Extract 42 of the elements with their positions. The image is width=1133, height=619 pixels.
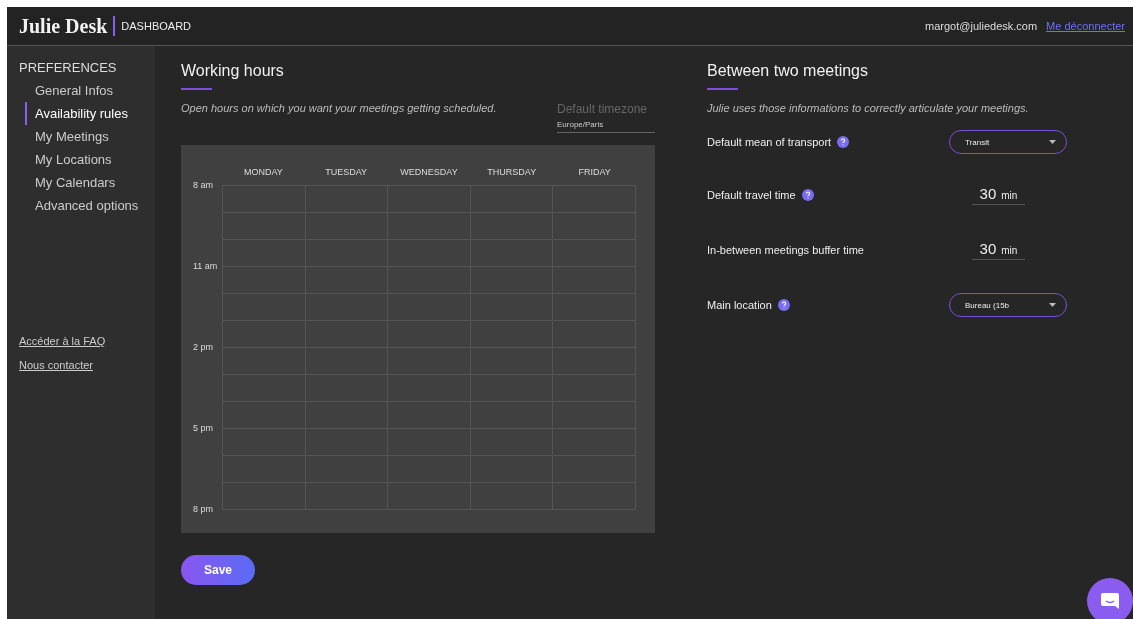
section-heading: Between two meetings: [707, 62, 869, 80]
time-label: 2 pm: [193, 342, 213, 352]
setting-label: Default mean of transport: [707, 136, 832, 148]
help-icon[interactable]: [777, 299, 790, 311]
section-title: DASHBOARD: [121, 20, 192, 32]
section-heading: Working hours: [181, 62, 285, 80]
chat-button[interactable]: [1087, 578, 1133, 619]
sidebar-link[interactable]: Nous contacter: [19, 359, 93, 371]
day-header: MONDAY: [242, 167, 284, 179]
sidebar-item[interactable]: My Locations: [25, 148, 155, 171]
help-icon[interactable]: [837, 136, 850, 148]
timezone-field[interactable]: Default timezone Europe/Paris: [557, 102, 655, 133]
day-header: THURSDAY: [486, 167, 538, 179]
save-button[interactable]: Save: [181, 555, 255, 585]
section-description: Julie uses those informations to correctly articulate your meetings.: [707, 102, 1030, 114]
time-label: 11 am: [193, 261, 218, 271]
setting-label: Main location: [707, 299, 772, 311]
time-label: 5 pm: [193, 423, 213, 433]
logout-link[interactable]: Me déconnecter: [1046, 20, 1125, 32]
help-icon[interactable]: [801, 189, 814, 201]
number-field[interactable]: 30 min: [972, 240, 1025, 260]
setting-label: In-between meetings buffer time: [707, 244, 864, 256]
setting-label: Default travel time: [707, 189, 796, 201]
chat-icon: [1100, 592, 1120, 610]
sidebar-title: PREFERENCES: [19, 60, 118, 75]
sidebar-item[interactable]: My Meetings: [25, 125, 155, 148]
caret-icon: [1049, 140, 1056, 144]
time-label: 8 pm: [193, 504, 213, 514]
day-header: TUESDAY: [324, 167, 369, 179]
sidebar-item[interactable]: Availability rules: [25, 102, 155, 125]
number-field[interactable]: 30 min: [972, 185, 1025, 205]
logo[interactable]: Julie Desk: [19, 16, 116, 36]
sidebar-link[interactable]: Accéder à la FAQ: [19, 335, 106, 347]
caret-icon: [1049, 303, 1056, 307]
sidebar-item[interactable]: My Calendars: [25, 171, 155, 194]
user-email: margot@juliedesk.com: [925, 20, 1038, 32]
sidebar-item[interactable]: General Infos: [25, 79, 155, 102]
section-description: Open hours on which you want your meetings getting scheduled.: [181, 102, 497, 114]
time-label: 8 am: [193, 180, 213, 190]
day-header: WEDNESDAY: [399, 167, 459, 179]
day-header: FRIDAY: [577, 167, 612, 179]
sidebar-item[interactable]: Advanced options: [25, 194, 155, 217]
